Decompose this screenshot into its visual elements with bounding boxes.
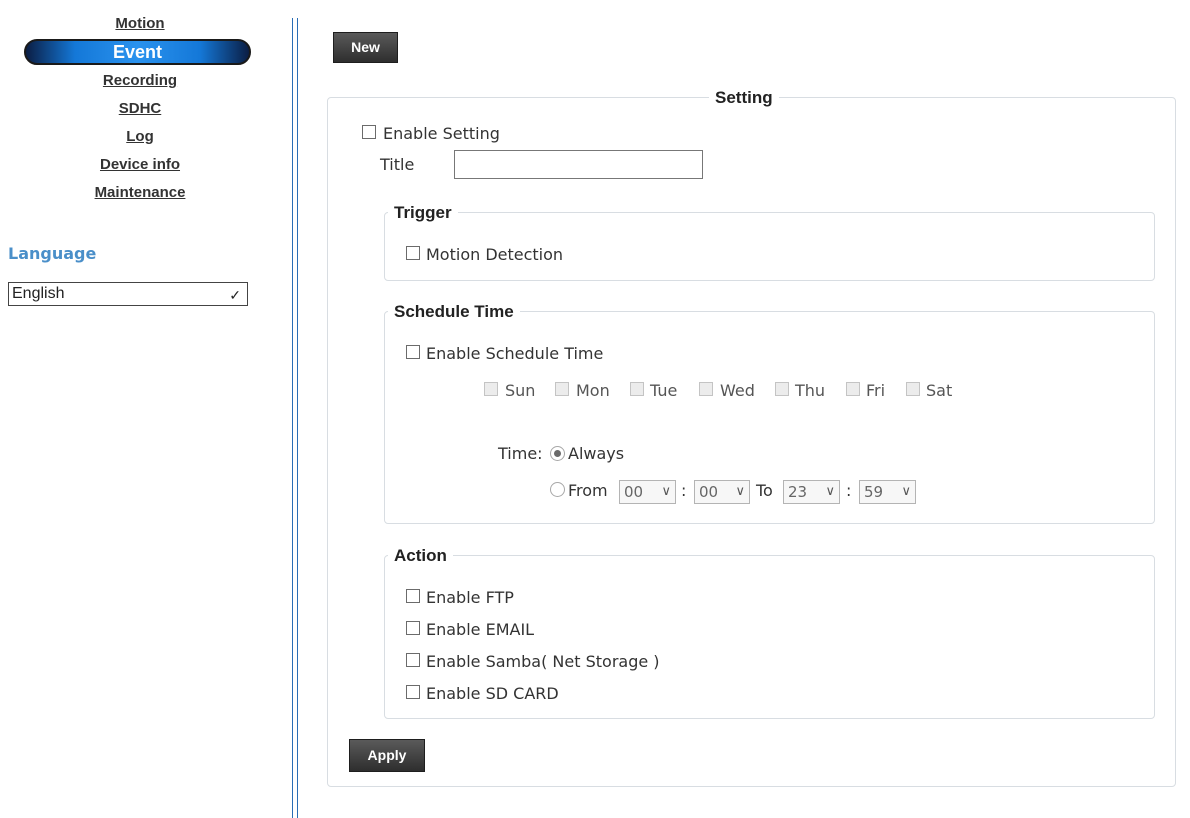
nav-recording[interactable]: Recording	[30, 71, 250, 91]
enable-email-label: Enable EMAIL	[426, 620, 535, 639]
title-label: Title	[380, 155, 415, 174]
enable-setting-checkbox[interactable]	[362, 125, 376, 139]
to-hour-select[interactable]: 23 ∨	[783, 480, 840, 504]
chevron-down-icon: ∨	[735, 484, 745, 499]
day-sat-label: Sat	[926, 381, 953, 400]
nav-motion[interactable]: Motion	[30, 14, 250, 34]
chevron-down-icon: ∨	[661, 484, 671, 499]
action-legend: Action	[388, 546, 453, 566]
enable-setting-label: Enable Setting	[383, 124, 500, 143]
enable-schedule-label: Enable Schedule Time	[426, 344, 604, 363]
enable-sd-card-checkbox[interactable]	[406, 685, 420, 699]
day-thu-checkbox[interactable]	[775, 382, 789, 396]
day-mon-checkbox[interactable]	[555, 382, 569, 396]
to-label: To	[756, 481, 773, 500]
day-thu-label: Thu	[795, 381, 826, 400]
day-mon-label: Mon	[576, 381, 610, 400]
day-fri-label: Fri	[866, 381, 886, 400]
chevron-down-icon: ∨	[825, 484, 835, 499]
title-input[interactable]	[454, 150, 703, 179]
enable-sd-card-label: Enable SD CARD	[426, 684, 559, 703]
from-minute-select[interactable]: 00 ∨	[694, 480, 750, 504]
to-minute-value: 59	[864, 483, 884, 501]
language-heading: Language	[8, 244, 97, 263]
apply-button[interactable]: Apply	[349, 739, 425, 772]
language-select[interactable]: English ✓	[8, 282, 248, 306]
time-colon: :	[681, 481, 687, 500]
day-wed-checkbox[interactable]	[699, 382, 713, 396]
always-label: Always	[568, 444, 625, 463]
enable-ftp-checkbox[interactable]	[406, 589, 420, 603]
to-hour-value: 23	[788, 483, 808, 501]
new-button[interactable]: New	[333, 32, 398, 63]
chevron-down-icon: ∨	[901, 484, 911, 499]
language-value: English	[12, 285, 65, 302]
divider-line	[292, 18, 293, 818]
setting-legend: Setting	[709, 88, 779, 108]
from-minute-value: 00	[699, 483, 719, 501]
enable-samba-checkbox[interactable]	[406, 653, 420, 667]
schedule-legend: Schedule Time	[388, 302, 520, 322]
day-tue-checkbox[interactable]	[630, 382, 644, 396]
from-hour-value: 00	[624, 483, 644, 501]
divider-line	[297, 18, 298, 818]
from-hour-select[interactable]: 00 ∨	[619, 480, 676, 504]
enable-ftp-label: Enable FTP	[426, 588, 514, 607]
day-fri-checkbox[interactable]	[846, 382, 860, 396]
day-sat-checkbox[interactable]	[906, 382, 920, 396]
time-colon: :	[846, 481, 852, 500]
day-tue-label: Tue	[650, 381, 678, 400]
nav-sdhc[interactable]: SDHC	[30, 99, 250, 119]
enable-email-checkbox[interactable]	[406, 621, 420, 635]
enable-samba-label: Enable Samba( Net Storage )	[426, 652, 660, 671]
always-radio[interactable]	[550, 446, 565, 461]
chevron-down-icon: ✓	[229, 287, 241, 303]
day-wed-label: Wed	[720, 381, 755, 400]
enable-schedule-checkbox[interactable]	[406, 345, 420, 359]
to-minute-select[interactable]: 59 ∨	[859, 480, 916, 504]
time-label: Time:	[498, 444, 543, 463]
nav-device-info[interactable]: Device info	[30, 155, 250, 175]
nav-maintenance[interactable]: Maintenance	[30, 183, 250, 203]
motion-detection-checkbox[interactable]	[406, 246, 420, 260]
day-sun-label: Sun	[505, 381, 536, 400]
from-label: From	[568, 481, 608, 500]
nav-log[interactable]: Log	[30, 127, 250, 147]
sidebar: Motion Event Recording SDHC Log Device i…	[0, 0, 290, 818]
day-sun-checkbox[interactable]	[484, 382, 498, 396]
nav-event[interactable]: Event	[24, 39, 251, 65]
trigger-legend: Trigger	[388, 203, 458, 223]
motion-detection-label: Motion Detection	[426, 245, 564, 264]
from-radio[interactable]	[550, 482, 565, 497]
